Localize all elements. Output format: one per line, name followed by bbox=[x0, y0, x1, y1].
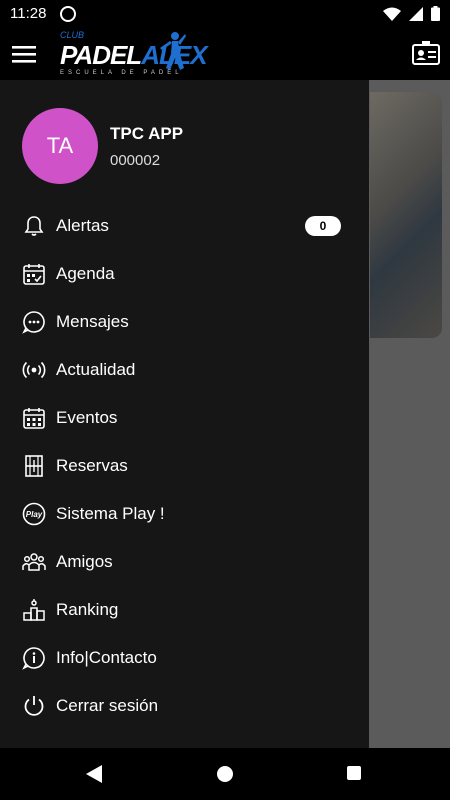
menu-item-amigos[interactable]: Amigos bbox=[0, 540, 369, 584]
menu-item-ranking[interactable]: Ranking bbox=[0, 588, 369, 632]
menu-item-reservas[interactable]: Reservas bbox=[0, 444, 369, 488]
avatar[interactable]: TA bbox=[22, 108, 98, 184]
recent-apps-icon[interactable] bbox=[347, 766, 361, 780]
status-bar: 11:28 bbox=[0, 0, 450, 28]
menu-item-label: Agenda bbox=[56, 264, 115, 283]
calendar-check-icon bbox=[23, 264, 45, 285]
group-icon bbox=[22, 553, 46, 571]
alerts-count-badge: 0 bbox=[305, 216, 341, 236]
menu-item-agenda[interactable]: Agenda bbox=[0, 252, 369, 296]
broadcast-icon bbox=[22, 361, 46, 379]
menu-item-label: Reservas bbox=[56, 456, 128, 475]
menu-item-label: Actualidad bbox=[56, 360, 136, 379]
menu-item-label: Amigos bbox=[56, 552, 113, 571]
navigation-drawer: TA TPC APP 000002 Alertas 0 Agenda Mensa… bbox=[0, 80, 369, 748]
logo-club: CLUB bbox=[60, 30, 85, 40]
menu-item-alertas[interactable]: Alertas 0 bbox=[0, 204, 369, 248]
system-nav-bar bbox=[0, 748, 450, 800]
bell-icon bbox=[24, 216, 44, 236]
contact-card-icon[interactable] bbox=[412, 41, 440, 65]
menu-item-cerrar-sesion[interactable]: Cerrar sesión bbox=[0, 684, 369, 728]
menu-item-label: Ranking bbox=[56, 600, 119, 619]
signal-icon bbox=[409, 6, 423, 21]
menu-item-label: Cerrar sesión bbox=[56, 696, 159, 715]
power-icon bbox=[24, 696, 44, 716]
menu-item-label: Sistema Play ! bbox=[56, 504, 165, 523]
back-icon[interactable] bbox=[86, 765, 102, 783]
menu-item-label: Info|Contacto bbox=[56, 648, 157, 667]
logo-padel: PADEL bbox=[60, 40, 142, 70]
club-logo: PADELALEX CLUB ESCUELA DE PADEL bbox=[58, 30, 208, 80]
wifi-icon bbox=[383, 7, 401, 21]
menu-item-info-contacto[interactable]: Info|Contacto bbox=[0, 636, 369, 680]
menu-item-eventos[interactable]: Eventos bbox=[0, 396, 369, 440]
profile-id: 000002 bbox=[110, 152, 161, 169]
svg-text:Play: Play bbox=[26, 510, 43, 519]
podium-icon bbox=[23, 599, 45, 621]
menu-item-label: Eventos bbox=[56, 408, 118, 427]
chat-bubble-icon bbox=[22, 311, 45, 334]
info-icon bbox=[22, 647, 45, 670]
player-silhouette-icon bbox=[160, 32, 186, 70]
battery-icon bbox=[431, 6, 440, 21]
avatar-initials: TA bbox=[46, 133, 74, 158]
profile-name: TPC APP bbox=[110, 124, 184, 143]
court-icon bbox=[25, 455, 43, 477]
menu-item-actualidad[interactable]: Actualidad bbox=[0, 348, 369, 392]
menu-item-mensajes[interactable]: Mensajes bbox=[0, 300, 369, 344]
status-time: 11:28 bbox=[10, 5, 47, 22]
calendar-grid-icon bbox=[23, 408, 45, 429]
menu-item-label: Alertas bbox=[56, 216, 109, 235]
app-bar: PADELALEX CLUB ESCUELA DE PADEL bbox=[0, 28, 450, 80]
status-icons bbox=[383, 6, 440, 21]
featured-image-card[interactable] bbox=[370, 92, 442, 338]
hamburger-menu-icon[interactable] bbox=[12, 44, 36, 64]
home-icon[interactable] bbox=[217, 766, 233, 782]
play-logo-icon: Play bbox=[22, 502, 46, 526]
menu-item-label: Mensajes bbox=[56, 312, 129, 331]
sync-status-icon bbox=[60, 6, 76, 22]
menu-item-sistema-play[interactable]: Play Sistema Play ! bbox=[0, 492, 369, 536]
